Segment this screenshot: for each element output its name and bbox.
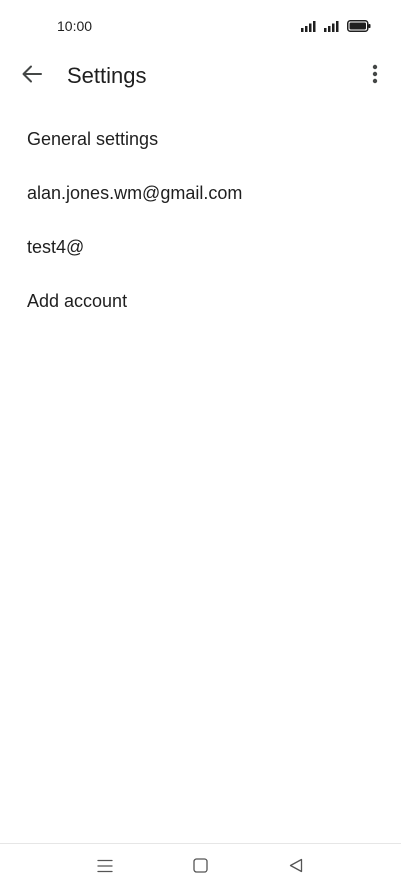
system-nav-bar (0, 843, 401, 892)
settings-item-general[interactable]: General settings (0, 112, 401, 166)
back-triangle-icon (289, 858, 303, 878)
signal-icon (324, 19, 342, 37)
signal-icon (301, 19, 319, 37)
app-bar: Settings (0, 52, 401, 100)
settings-item-add-account[interactable]: Add account (0, 274, 401, 328)
status-time: 10:00 (57, 18, 93, 34)
menu-icon (97, 859, 113, 878)
more-options-button[interactable] (363, 62, 387, 90)
page-title: Settings (67, 63, 147, 88)
back-button[interactable] (14, 62, 50, 90)
home-button[interactable] (188, 858, 212, 878)
status-bar: 10:00 (0, 0, 401, 52)
arrow-back-icon (22, 65, 42, 88)
recent-apps-button[interactable] (93, 858, 117, 878)
settings-item-account[interactable]: test4@ (0, 220, 401, 274)
battery-icon (347, 19, 371, 37)
more-vert-icon (372, 64, 378, 89)
system-back-button[interactable] (284, 858, 308, 878)
settings-list: General settings alan.jones.wm@gmail.com… (0, 112, 401, 328)
status-icons (301, 19, 371, 37)
home-icon (192, 858, 208, 878)
settings-item-account[interactable]: alan.jones.wm@gmail.com (0, 166, 401, 220)
